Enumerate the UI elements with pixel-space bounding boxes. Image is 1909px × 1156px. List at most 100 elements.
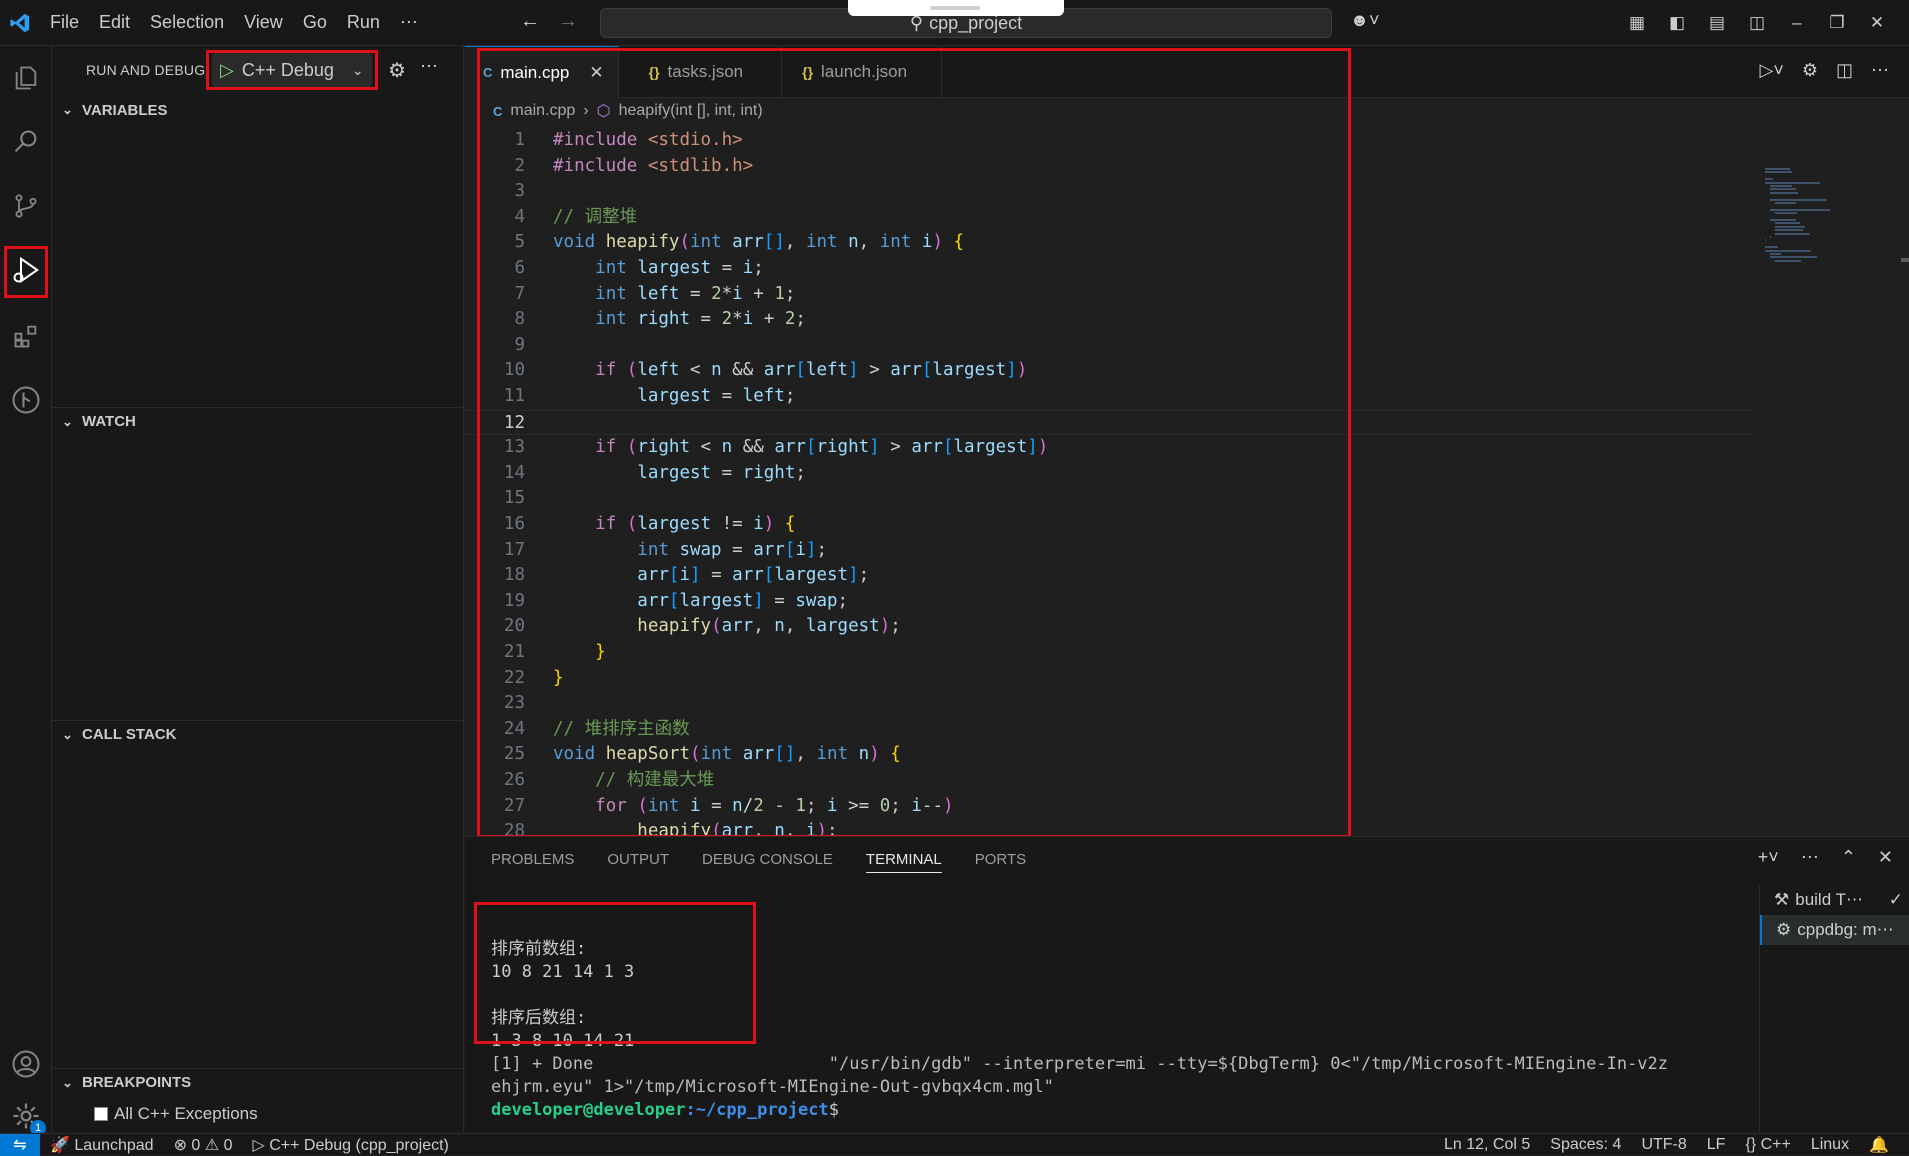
panel-tab-debug-console[interactable]: DEBUG CONSOLE	[702, 851, 833, 873]
toggle-secondary-sidebar-icon[interactable]: ◫	[1747, 13, 1767, 33]
code-line[interactable]: 19 arr[largest] = swap;	[465, 589, 1755, 615]
layout-customize-icon[interactable]: ▦	[1627, 13, 1647, 33]
indentation[interactable]: Spaces: 4	[1540, 1136, 1631, 1154]
back-arrow-icon[interactable]: ←	[520, 10, 540, 33]
minimize-icon[interactable]: –	[1787, 13, 1807, 33]
menu-selection[interactable]: Selection	[140, 12, 234, 33]
split-editor-icon[interactable]: ◫	[1836, 60, 1853, 81]
line-number[interactable]: 13	[465, 435, 525, 461]
panel-tab-ports[interactable]: PORTS	[975, 851, 1026, 873]
line-number[interactable]: 25	[465, 742, 525, 768]
line-number[interactable]: 16	[465, 512, 525, 538]
line-number[interactable]: 23	[465, 691, 525, 717]
line-number[interactable]: 12	[465, 411, 525, 437]
search-icon[interactable]	[8, 124, 44, 160]
menu-more[interactable]: ⋯	[390, 12, 428, 33]
line-number[interactable]: 1	[465, 128, 525, 154]
terminal-output[interactable]: 排序前数组: 10 8 21 14 1 3 排序后数组: 1 3 8 10 14…	[491, 915, 1891, 1122]
code-line[interactable]: 9	[465, 333, 1755, 359]
section-variables[interactable]: ⌄ VARIABLES	[52, 96, 463, 124]
code-line[interactable]: 7 int left = 2*i + 1;	[465, 282, 1755, 308]
terminal-item-cppdbg[interactable]: ⚙ cppdbg: m⋯	[1760, 915, 1909, 945]
code-line[interactable]: 14 largest = right;	[465, 461, 1755, 487]
code-area[interactable]: 1 #include <stdio.h> 2 #include <stdlib.h> 3…	[465, 124, 1765, 836]
breadcrumb-symbol[interactable]: heapify(int [], int, int)	[619, 102, 763, 120]
code-line[interactable]: 28 heapify(arr, n, i);	[465, 819, 1755, 836]
code-line[interactable]: 20 heapify(arr, n, largest);	[465, 614, 1755, 640]
extensions-icon[interactable]	[8, 318, 44, 354]
tab-tasks-json[interactable]: {} tasks.json	[619, 46, 783, 98]
code-line[interactable]: 1 #include <stdio.h>	[465, 128, 1755, 154]
line-number[interactable]: 19	[465, 589, 525, 615]
section-call-stack[interactable]: ⌄ CALL STACK	[52, 720, 463, 748]
code-line[interactable]: 24 // 堆排序主函数	[465, 717, 1755, 743]
forward-arrow-icon[interactable]: →	[558, 10, 578, 33]
restore-icon[interactable]: ❐	[1827, 13, 1847, 33]
panel-tab-output[interactable]: OUTPUT	[607, 851, 669, 873]
line-number[interactable]: 3	[465, 179, 525, 205]
terminal-item-build[interactable]: ⚒ build T⋯ ✓	[1760, 885, 1909, 915]
code-line[interactable]: 15	[465, 486, 1755, 512]
section-breakpoints[interactable]: ⌄ BREAKPOINTS	[52, 1068, 463, 1096]
sidebar-more-icon[interactable]: ⋯	[420, 56, 438, 77]
editor-scrollbar[interactable]	[1901, 258, 1909, 262]
toggle-sidebar-icon[interactable]: ◧	[1667, 13, 1687, 33]
close-panel-icon[interactable]: ✕	[1878, 847, 1893, 868]
code-line[interactable]: 8 int right = 2*i + 2;	[465, 307, 1755, 333]
tab-launch-json[interactable]: {} launch.json	[782, 46, 943, 98]
line-number[interactable]: 11	[465, 384, 525, 410]
explorer-icon[interactable]	[8, 60, 44, 96]
line-number[interactable]: 20	[465, 614, 525, 640]
code-line[interactable]: 26 // 构建最大堆	[465, 768, 1755, 794]
code-line[interactable]: 3	[465, 179, 1755, 205]
code-line[interactable]: 16 if (largest != i) {	[465, 512, 1755, 538]
menu-view[interactable]: View	[234, 12, 293, 33]
line-number[interactable]: 27	[465, 794, 525, 820]
code-line[interactable]: 13 if (right < n && arr[right] > arr[lar…	[465, 435, 1755, 461]
line-number[interactable]: 21	[465, 640, 525, 666]
launchpad-status[interactable]: 🚀 Launchpad	[40, 1135, 164, 1155]
manage-gear-icon[interactable]: 1	[8, 1098, 46, 1136]
debug-config-select[interactable]: ▷ C++ Debug ⌄	[212, 53, 372, 87]
line-number[interactable]: 17	[465, 538, 525, 564]
code-line[interactable]: 10 if (left < n && arr[left] > arr[large…	[465, 358, 1755, 384]
cursor-position[interactable]: Ln 12, Col 5	[1434, 1136, 1540, 1154]
line-number[interactable]: 15	[465, 486, 525, 512]
top-drag-handle[interactable]	[848, 0, 1064, 16]
menu-run[interactable]: Run	[337, 12, 390, 33]
platform[interactable]: Linux	[1801, 1136, 1859, 1154]
line-number[interactable]: 24	[465, 717, 525, 743]
start-debug-play-icon[interactable]: ▷	[220, 60, 234, 81]
git-graph-icon[interactable]	[8, 382, 44, 418]
accounts-icon[interactable]	[8, 1046, 44, 1082]
editor-more-icon[interactable]: ⋯	[1871, 60, 1889, 81]
maximize-panel-icon[interactable]: ⌃	[1841, 847, 1856, 868]
remote-indicator-icon[interactable]: ⇋	[0, 1133, 40, 1156]
line-number[interactable]: 9	[465, 333, 525, 359]
minimap[interactable]	[1755, 124, 1905, 836]
code-line[interactable]: 5 void heapify(int arr[], int n, int i) {	[465, 230, 1755, 256]
menu-go[interactable]: Go	[293, 12, 337, 33]
line-number[interactable]: 14	[465, 461, 525, 487]
code-line[interactable]: 25 void heapSort(int arr[], int n) {	[465, 742, 1755, 768]
code-line[interactable]: 6 int largest = i;	[465, 256, 1755, 282]
tab-main-cpp[interactable]: C main.cpp ✕	[465, 46, 619, 98]
run-debug-icon[interactable]	[8, 252, 44, 288]
code-line[interactable]: 21 }	[465, 640, 1755, 666]
end-of-line[interactable]: LF	[1697, 1136, 1736, 1154]
breadcrumb-file[interactable]: main.cpp	[510, 102, 575, 120]
debug-settings-gear-icon[interactable]: ⚙	[388, 58, 406, 83]
code-line[interactable]: 23	[465, 691, 1755, 717]
code-line[interactable]: 12	[465, 409, 1755, 437]
run-debug-dropdown-icon[interactable]: ▷˅	[1759, 60, 1783, 81]
close-icon[interactable]: ✕	[589, 63, 603, 83]
line-number[interactable]: 10	[465, 358, 525, 384]
debug-status[interactable]: ▷ C++ Debug (cpp_project)	[242, 1135, 458, 1155]
panel-tab-terminal[interactable]: TERMINAL	[865, 851, 942, 873]
breakpoint-all-cpp-exceptions[interactable]: All C++ Exceptions	[94, 1104, 258, 1124]
editor-gear-icon[interactable]: ⚙	[1802, 60, 1818, 81]
encoding[interactable]: UTF-8	[1631, 1136, 1696, 1154]
menu-file[interactable]: File	[40, 12, 89, 33]
source-control-icon[interactable]	[8, 188, 44, 224]
problems-status[interactable]: ⊗ 0 ⚠ 0	[164, 1135, 243, 1155]
